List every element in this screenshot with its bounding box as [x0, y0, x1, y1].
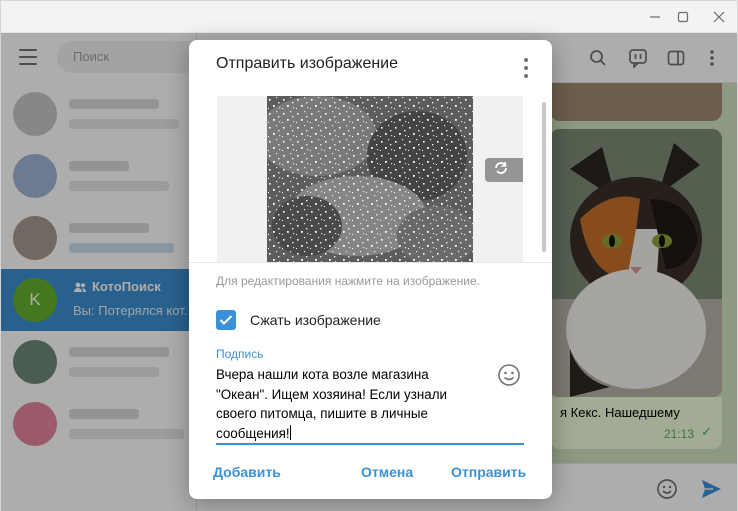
- send-image-dialog: Отправить изображение Для редактирования…: [189, 40, 552, 499]
- caption-line: своего питомца, пишите в личные: [216, 406, 428, 421]
- image-tools: [485, 158, 523, 182]
- caption-input[interactable]: Вчера нашли кота возле магазина "Океан".…: [216, 365, 486, 443]
- caption-line: "Океан". Ищем хозяина! Если узнали: [216, 386, 447, 402]
- dialog-scrollbar[interactable]: [542, 102, 546, 252]
- caption-line-last: сообщения!: [216, 424, 486, 444]
- cancel-button[interactable]: Отмена: [361, 464, 413, 480]
- checkbox-checked-icon[interactable]: [216, 310, 236, 330]
- minimize-icon[interactable]: [643, 7, 667, 27]
- emoji-icon[interactable]: [497, 363, 521, 387]
- dialog-title: Отправить изображение: [216, 55, 399, 72]
- close-icon[interactable]: [707, 7, 731, 27]
- maximize-icon[interactable]: [671, 7, 695, 27]
- compress-image-label: Сжать изображение: [250, 312, 381, 328]
- edit-hint: Для редактирования нажмите на изображени…: [216, 274, 481, 288]
- caption-line: сообщения!: [216, 425, 290, 441]
- compress-image-option[interactable]: Сжать изображение: [216, 310, 381, 330]
- text-cursor: [289, 424, 291, 440]
- divider: [189, 262, 552, 263]
- app-window: Поиск K КотоПоиск Вы: Потерялся кот. я К…: [0, 0, 738, 511]
- caption-underline: [216, 443, 524, 445]
- image-preview[interactable]: [267, 96, 473, 262]
- image-preview-area: [217, 96, 523, 262]
- rotate-icon[interactable]: [493, 160, 509, 180]
- caption-line: Вчера нашли кота возле магазина: [216, 367, 429, 382]
- more-vert-icon[interactable]: [520, 58, 532, 78]
- title-bar: [1, 1, 737, 33]
- caption-label: Подпись: [216, 347, 264, 361]
- add-button[interactable]: Добавить: [213, 464, 281, 480]
- send-button[interactable]: Отправить: [451, 464, 526, 480]
